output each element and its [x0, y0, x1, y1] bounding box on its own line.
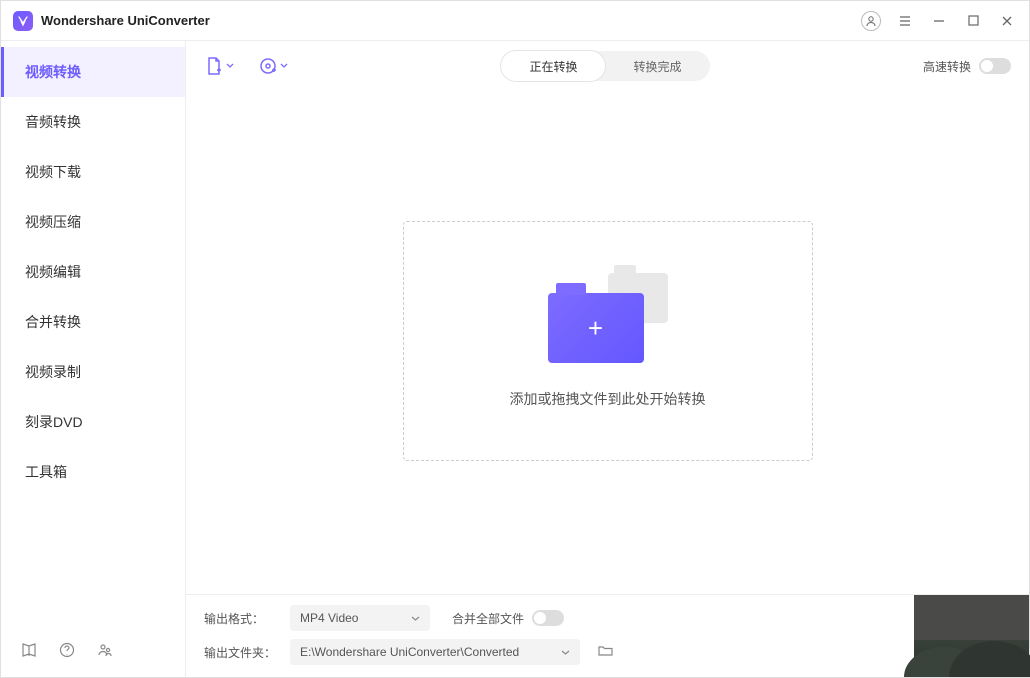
sidebar-item-label: 刻录DVD — [25, 412, 83, 432]
sidebar-item-label: 工具箱 — [25, 462, 67, 482]
menu-icon[interactable] — [895, 11, 915, 31]
chevron-down-icon — [561, 648, 570, 657]
close-button[interactable] — [997, 11, 1017, 31]
titlebar: Wondershare UniConverter — [1, 1, 1029, 41]
add-folder-icon: + — [548, 273, 668, 363]
sidebar-item-toolbox[interactable]: 工具箱 — [1, 447, 185, 497]
fast-convert-toggle[interactable] — [979, 58, 1011, 74]
merge-all-toggle[interactable] — [532, 610, 564, 626]
chevron-down-icon — [280, 62, 288, 70]
dropzone[interactable]: + 添加或拖拽文件到此处开始转换 — [403, 221, 813, 461]
sidebar-item-burn-dvd[interactable]: 刻录DVD — [1, 397, 185, 447]
sidebar-item-video-edit[interactable]: 视频编辑 — [1, 247, 185, 297]
chevron-down-icon — [411, 614, 420, 623]
sidebar-item-video-convert[interactable]: 视频转换 — [1, 47, 185, 97]
output-format-select[interactable]: MP4 Video — [290, 605, 430, 631]
merge-all-label: 合并全部文件 — [452, 610, 524, 627]
fast-convert-label: 高速转换 — [923, 58, 971, 75]
sidebar-item-video-compress[interactable]: 视频压缩 — [1, 197, 185, 247]
sidebar-item-label: 视频压缩 — [25, 212, 81, 232]
add-file-button[interactable] — [204, 56, 234, 76]
sidebar-item-label: 视频编辑 — [25, 262, 81, 282]
status-tabs: 正在转换 转换完成 — [501, 51, 709, 81]
sidebar-item-screen-record[interactable]: 视频录制 — [1, 347, 185, 397]
maximize-button[interactable] — [963, 11, 983, 31]
output-folder-select[interactable]: E:\Wondershare UniConverter\Converted — [290, 639, 580, 665]
output-format-label: 输出格式： — [204, 610, 278, 627]
dropzone-text: 添加或拖拽文件到此处开始转换 — [510, 389, 706, 409]
bottom-bar: 输出格式： MP4 Video 合并全部文件 输出文件夹： E:\Wonders… — [186, 594, 1029, 677]
toolbar: 正在转换 转换完成 高速转换 — [186, 41, 1029, 91]
sidebar-item-merge-convert[interactable]: 合并转换 — [1, 297, 185, 347]
app-title: Wondershare UniConverter — [41, 13, 861, 28]
community-icon[interactable] — [97, 642, 113, 663]
guide-icon[interactable] — [21, 642, 37, 663]
sidebar-item-label: 视频下载 — [25, 162, 81, 182]
sidebar-item-label: 视频录制 — [25, 362, 81, 382]
main-panel: 正在转换 转换完成 高速转换 + 添加或拖拽文件到此处开始转换 输出格式： — [186, 41, 1029, 677]
chevron-down-icon — [226, 62, 234, 70]
sidebar-item-label: 合并转换 — [25, 312, 81, 332]
tab-done[interactable]: 转换完成 — [605, 51, 709, 81]
sidebar-item-audio-convert[interactable]: 音频转换 — [1, 97, 185, 147]
sidebar-item-video-download[interactable]: 视频下载 — [1, 147, 185, 197]
minimize-button[interactable] — [929, 11, 949, 31]
help-icon[interactable] — [59, 642, 75, 663]
workarea: + 添加或拖拽文件到此处开始转换 — [186, 91, 1029, 594]
output-folder-label: 输出文件夹： — [204, 644, 278, 661]
preview-thumbnail[interactable] — [914, 595, 1029, 677]
app-logo — [13, 11, 33, 31]
tab-converting[interactable]: 正在转换 — [501, 51, 605, 81]
sidebar-item-label: 视频转换 — [25, 62, 81, 82]
sidebar: 视频转换 音频转换 视频下载 视频压缩 视频编辑 合并转换 视频录制 刻录DVD… — [1, 41, 186, 677]
add-disc-button[interactable] — [258, 56, 288, 76]
account-icon[interactable] — [861, 11, 881, 31]
sidebar-item-label: 音频转换 — [25, 112, 81, 132]
open-folder-button[interactable] — [598, 643, 613, 661]
